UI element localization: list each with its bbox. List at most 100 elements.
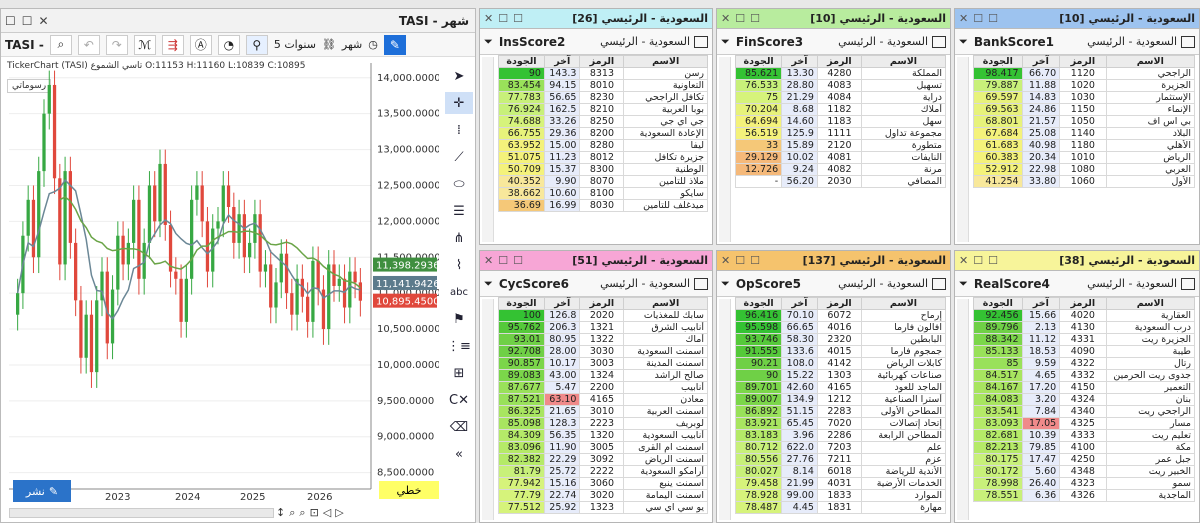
table-row[interactable]: 91.555 133.6 4015 جمجوم فارما: [734, 345, 947, 358]
table-row[interactable]: 80.027 8.14 6018 الأندية للرياضة: [734, 465, 947, 478]
close-icon[interactable]: ✕: [959, 12, 968, 25]
column-header[interactable]: الجودة: [973, 297, 1023, 310]
column-header[interactable]: الرمز: [1059, 297, 1107, 310]
table-row[interactable]: 83.454 94.15 8010 التعاونية: [498, 79, 708, 92]
table-row[interactable]: 92.456 15.66 4020 العقارية: [973, 309, 1196, 322]
table-row[interactable]: 38.662 10.60 8100 سايكو: [498, 187, 708, 200]
table-row[interactable]: 70.204 8.68 1182 أملاك: [734, 103, 947, 116]
screen-name[interactable]: OpScore5: [736, 277, 801, 291]
column-header[interactable]: الاسم: [623, 297, 708, 310]
cursor-icon[interactable]: ➤: [445, 65, 473, 87]
measure-icon[interactable]: ⊞: [445, 362, 473, 384]
table-row[interactable]: 67.684 25.08 1140 البلاد: [973, 127, 1196, 140]
minimize-icon[interactable]: ☐: [5, 14, 16, 28]
filter-icon[interactable]: ⏷: [484, 277, 493, 291]
table-row[interactable]: 61.683 40.98 1180 الأهلي: [973, 139, 1196, 152]
draw-mode-label[interactable]: خطي: [379, 481, 439, 499]
close-icon[interactable]: ✕: [484, 12, 493, 25]
screen-name[interactable]: CycScore6: [499, 277, 569, 291]
column-header[interactable]: آخر: [781, 55, 818, 68]
fit-icon[interactable]: ↕: [276, 506, 285, 520]
column-header[interactable]: آخر: [1021, 55, 1061, 68]
market-selector[interactable]: السعودية - الرئيسي: [600, 35, 690, 48]
maximize-icon[interactable]: ☐: [735, 12, 745, 25]
magnet-icon[interactable]: ⚲: [245, 34, 268, 55]
minimize-icon[interactable]: ☐: [750, 12, 760, 25]
column-header[interactable]: آخر: [543, 297, 581, 310]
panel-scrollbar[interactable]: [957, 299, 969, 520]
table-row[interactable]: 56.519 125.9 1111 مجموعة تداول: [734, 127, 947, 140]
panel-scrollbar[interactable]: [719, 299, 731, 520]
signal-icon[interactable]: ◔: [217, 34, 240, 55]
table-row[interactable]: 83.096 11.90 3005 اسمنت ام القرى: [498, 441, 708, 454]
table-row[interactable]: 80.175 17.47 4250 جبل عمر: [973, 453, 1196, 466]
filter-icon[interactable]: ⏷: [721, 277, 730, 291]
column-header[interactable]: الاسم: [1105, 297, 1196, 310]
maximize-icon[interactable]: ☐: [735, 254, 745, 267]
table-row[interactable]: 88.342 11.12 4331 الجزيرة ريت: [973, 333, 1196, 346]
table-row[interactable]: 69.563 24.86 1150 الإنماء: [973, 103, 1196, 116]
table-row[interactable]: 80.172 5.60 4348 الخبير ريت: [973, 465, 1196, 478]
scroll-left-icon[interactable]: ◁: [323, 506, 331, 520]
table-row[interactable]: 92.708 28.00 3030 اسمنت السعودية: [498, 345, 708, 358]
table-row[interactable]: 82.681 10.39 4333 تعليم ريت: [973, 429, 1196, 442]
column-header[interactable]: آخر: [1021, 297, 1061, 310]
close-icon[interactable]: ✕: [721, 254, 730, 267]
alert-icon[interactable]: Ⓐ: [189, 34, 212, 55]
table-row[interactable]: 83.921 65.45 7020 إتحاد إتصالات: [734, 417, 947, 430]
zoom-out-icon[interactable]: ⌕: [299, 506, 305, 520]
market-selector[interactable]: السعودية - الرئيسي: [1087, 277, 1177, 290]
panel-scrollbar[interactable]: [957, 57, 969, 242]
screen-name[interactable]: BankScore1: [974, 35, 1054, 49]
table-row[interactable]: 68.801 21.57 1050 بي اس اف: [973, 115, 1196, 128]
column-header[interactable]: الجودة: [734, 297, 783, 310]
table-row[interactable]: 93.01 80.95 1322 أماك: [498, 333, 708, 346]
table-row[interactable]: 78.998 26.40 4323 سمو: [973, 477, 1196, 490]
scroll-right-icon[interactable]: ▷: [335, 506, 343, 520]
table-row[interactable]: 87.521 63.10 4165 معادن: [498, 393, 708, 406]
table-row[interactable]: 77.512 25.92 1323 يو سي آي سي: [498, 501, 708, 514]
table-row[interactable]: 83.541 7.84 4340 الراجحي ريت: [973, 405, 1196, 418]
zigzag-icon[interactable]: ⌇: [445, 254, 473, 276]
table-icon[interactable]: [694, 277, 708, 290]
table-row[interactable]: 63.952 15.00 8280 ليفا: [498, 139, 708, 152]
maximize-icon[interactable]: ☐: [22, 14, 33, 28]
table-row[interactable]: 84.517 4.65 4332 جدوى ريت الحرمين: [973, 369, 1196, 382]
table-row[interactable]: 90 143.3 8313 رسن: [498, 67, 708, 80]
table-row[interactable]: 100 126.8 2020 سابك للمغذيات: [498, 309, 708, 322]
table-row[interactable]: 81.79 25.72 2222 أرامكو السعودية: [498, 465, 708, 478]
market-selector[interactable]: السعودية - الرئيسي: [838, 35, 928, 48]
close-icon[interactable]: ✕: [959, 254, 968, 267]
column-header[interactable]: الرمز: [579, 55, 625, 68]
text-icon[interactable]: abc: [445, 281, 473, 303]
filter-icon[interactable]: ⏷: [721, 35, 730, 49]
table-row[interactable]: 66.755 29.36 8200 الإعادة السعودية: [498, 127, 708, 140]
table-row[interactable]: 40.352 9.90 8070 ملاذ للتأمين: [498, 175, 708, 188]
panel-scrollbar[interactable]: [482, 57, 494, 242]
table-row[interactable]: 89.701 42.60 4165 الماجد للعود: [734, 381, 947, 394]
share-button[interactable]: نشر ✎: [13, 480, 71, 502]
link-icon[interactable]: ⛓: [322, 38, 336, 51]
column-header[interactable]: الرمز: [1059, 55, 1107, 68]
table-row[interactable]: 90 15.22 1303 صناعات كهربائية: [734, 369, 947, 382]
table-row[interactable]: 64.694 14.60 1183 سهل: [734, 115, 947, 128]
table-icon[interactable]: [932, 277, 946, 290]
market-selector[interactable]: السعودية - الرئيسي: [1087, 35, 1177, 48]
table-row[interactable]: 36.69 16.99 8030 ميدغلف للتأمين: [498, 199, 708, 212]
pencil-icon[interactable]: ✎: [383, 34, 406, 55]
table-row[interactable]: 12.726 9.24 4082 مرنة: [734, 163, 947, 176]
compare-icon[interactable]: ⇶: [161, 34, 184, 55]
table-row[interactable]: 80.712 622.0 7203 علم: [734, 441, 947, 454]
symbol-label[interactable]: TASI -: [5, 38, 44, 52]
column-header[interactable]: الجودة: [498, 55, 545, 68]
minimize-icon[interactable]: ☐: [988, 12, 998, 25]
crosshair-icon[interactable]: ✛: [445, 92, 473, 114]
search-icon[interactable]: ⌕: [49, 34, 72, 55]
table-icon[interactable]: [1181, 35, 1195, 48]
table-row[interactable]: 77.783 56.65 8230 تكافل الراجحي: [498, 91, 708, 104]
table-row[interactable]: 83.093 17.05 4325 مسار: [973, 417, 1196, 430]
table-row[interactable]: 75 21.29 4084 دراية: [734, 91, 947, 104]
filter-icon[interactable]: ⏷: [959, 277, 968, 291]
table-row[interactable]: 86.892 51.15 2283 المطاحن الأولى: [734, 405, 947, 418]
maximize-icon[interactable]: ☐: [973, 12, 983, 25]
